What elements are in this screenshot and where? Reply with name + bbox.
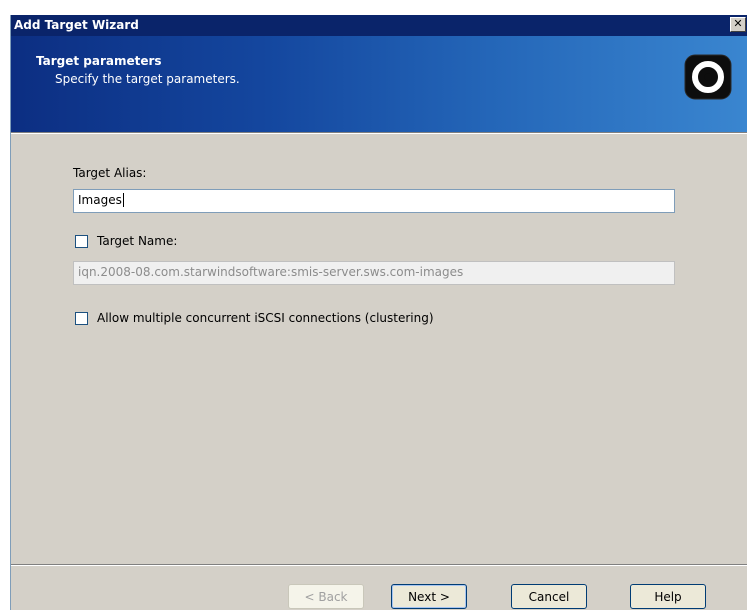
target-name-input[interactable]: iqn.2008-08.com.starwindsoftware:smis-se… [73, 261, 675, 285]
help-button[interactable]: Help [630, 584, 706, 609]
wizard-window: Add Target Wizard ✕ Target parameters Sp… [10, 15, 747, 610]
page-subtitle: Specify the target parameters. [55, 72, 240, 86]
page-title: Target parameters [36, 54, 162, 68]
target-alias-input[interactable]: Images [73, 189, 675, 213]
target-alias-value: Images [78, 193, 122, 207]
footer-divider [11, 564, 747, 566]
text-caret [122, 193, 124, 207]
back-button[interactable]: < Back [288, 584, 364, 609]
title-bar[interactable]: Add Target Wizard ✕ [11, 15, 747, 36]
clustering-checkbox[interactable] [75, 312, 88, 325]
close-icon: ✕ [733, 17, 743, 30]
header-divider [11, 132, 747, 134]
target-alias-label: Target Alias: [73, 166, 147, 180]
close-button[interactable]: ✕ [730, 17, 746, 32]
target-name-checkbox[interactable] [75, 235, 88, 248]
target-name-label[interactable]: Target Name: [97, 234, 177, 248]
starwind-logo-icon [684, 54, 732, 100]
next-button[interactable]: Next > [391, 584, 467, 609]
cancel-button[interactable]: Cancel [511, 584, 587, 609]
window-title: Add Target Wizard [14, 18, 139, 32]
header-banner: Target parameters Specify the target par… [11, 36, 747, 132]
clustering-label[interactable]: Allow multiple concurrent iSCSI connecti… [97, 311, 434, 325]
